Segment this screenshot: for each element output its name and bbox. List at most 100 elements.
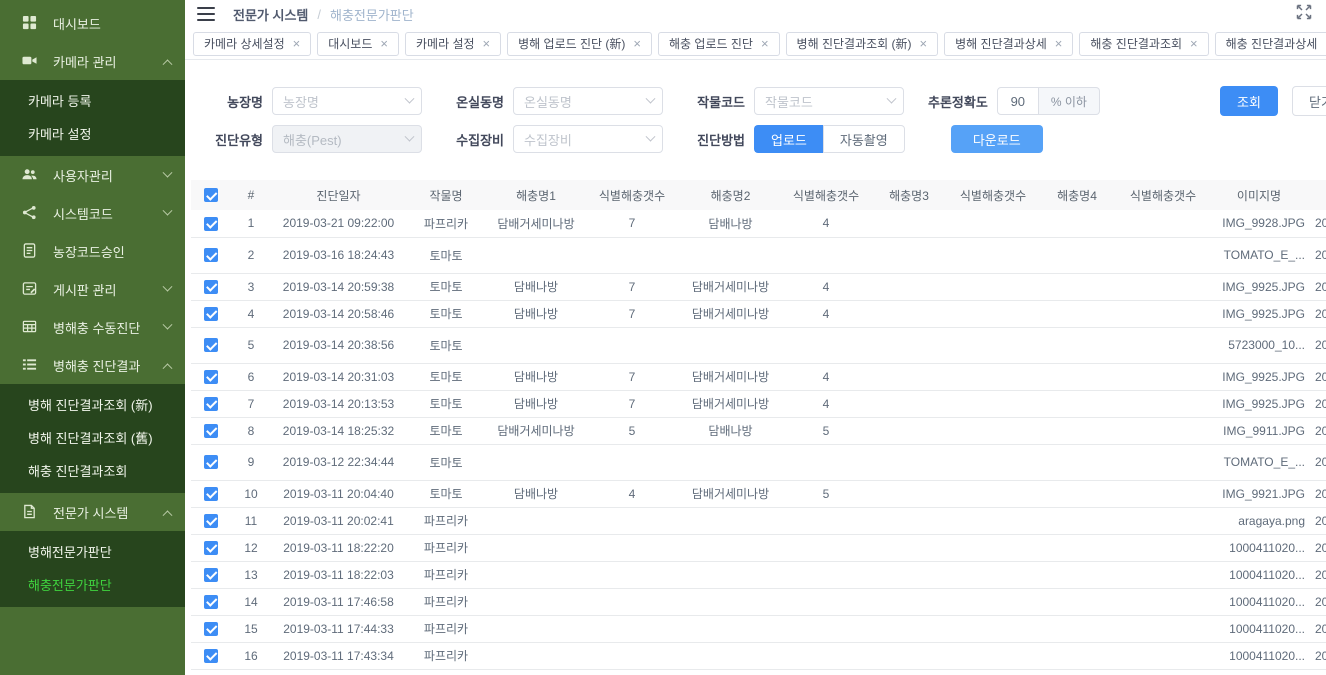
accuracy-input[interactable] <box>997 87 1039 115</box>
download-button[interactable]: 다운로드 <box>951 125 1043 153</box>
tab[interactable]: 카메라 상세설정 × <box>193 32 311 56</box>
sidebar-item-system-code[interactable]: 시스템코드 <box>0 194 185 232</box>
results-table: # 진단일자 작물명 해충명1 식별해충갯수 해충명2 식별해충갯수 해충명3 … <box>191 180 1326 675</box>
sidebar-item-dashboard[interactable]: 대시보드 <box>0 4 185 42</box>
tab-close-icon[interactable]: × <box>633 37 641 50</box>
col-reg-date <box>1309 180 1326 210</box>
row-checkbox[interactable] <box>204 307 218 321</box>
sidebar-item-diagnosis-results[interactable]: 병해충 진단결과 <box>0 346 185 384</box>
row-checkbox[interactable] <box>204 622 218 636</box>
row-checkbox[interactable] <box>204 455 218 469</box>
tab-close-icon[interactable]: × <box>761 37 769 50</box>
table-row: 112019-03-11 20:02:41파프리카aragaya.png2019 <box>191 507 1326 534</box>
sidebar-item-camera-management[interactable]: 카메라 관리 <box>0 42 185 80</box>
cell-pest1-count: 7 <box>586 669 678 675</box>
tab[interactable]: 해충 진단결과상세 × <box>1215 32 1326 56</box>
tab[interactable]: 병해 진단결과상세 × <box>944 32 1073 56</box>
breadcrumb-root[interactable]: 전문가 시스템 <box>233 5 308 24</box>
sidebar-item-disease-results-old[interactable]: 병해 진단결과조회 (舊) <box>0 422 185 455</box>
sidebar-item-pest-expert-judgment[interactable]: 해충전문가판단 <box>0 569 185 602</box>
upload-toggle-button[interactable]: 업로드 <box>754 125 823 153</box>
crop-code-select[interactable]: 작물코드 <box>754 87 904 115</box>
chevron-up-icon <box>163 363 173 373</box>
table-row: 162019-03-11 17:43:34파프리카1000411020...20… <box>191 642 1326 669</box>
sidebar-item-expert-system[interactable]: 전문가 시스템 <box>0 493 185 531</box>
row-checkbox[interactable] <box>204 248 218 262</box>
cell-diagnosis-date: 2019-03-08 11:17:59 <box>271 669 406 675</box>
tab[interactable]: 병해 진단결과조회 (新) × <box>786 32 939 56</box>
row-checkbox[interactable] <box>204 397 218 411</box>
tab-close-icon[interactable]: × <box>1055 37 1063 50</box>
cell-pest4 <box>1037 669 1117 675</box>
tab[interactable]: 대시보드 × <box>317 32 399 56</box>
cell-pest2-count <box>783 237 869 273</box>
menu-toggle-icon[interactable] <box>197 7 215 21</box>
cell-pest2-count: 4 <box>783 273 869 300</box>
cell-pest1-count <box>586 642 678 669</box>
cell-index: 13 <box>231 561 271 588</box>
cell-image-name: IMG_9925.JPG <box>1209 390 1309 417</box>
cell-crop-name: 파프리카 <box>406 210 486 237</box>
select-all-checkbox[interactable] <box>204 188 218 202</box>
close-button[interactable]: 닫기 <box>1292 86 1326 116</box>
tab-label: 병해 진단결과조회 (新) <box>797 35 912 52</box>
row-checkbox[interactable] <box>204 424 218 438</box>
tab[interactable]: 해충 진단결과조회 × <box>1079 32 1208 56</box>
row-checkbox[interactable] <box>204 280 218 294</box>
row-checkbox[interactable] <box>204 595 218 609</box>
sidebar-item-disease-results-new[interactable]: 병해 진단결과조회 (新) <box>0 389 185 422</box>
tab[interactable]: 카메라 설정 × <box>405 32 501 56</box>
auto-capture-toggle-button[interactable]: 자동촬영 <box>823 125 905 153</box>
cell-pest3-count <box>949 669 1037 675</box>
cell-pest2-count <box>783 534 869 561</box>
tab-close-icon[interactable]: × <box>1190 37 1198 50</box>
cell-reg-date: 2018 <box>1309 210 1326 237</box>
fullscreen-icon[interactable] <box>1296 4 1312 25</box>
sidebar-item-board-management[interactable]: 게시판 관리 <box>0 270 185 308</box>
search-button[interactable]: 조회 <box>1220 86 1278 116</box>
device-select[interactable]: 수집장비 <box>513 125 663 153</box>
cell-diagnosis-date: 2019-03-11 17:43:34 <box>271 642 406 669</box>
tab-close-icon[interactable]: × <box>293 37 301 50</box>
tab[interactable]: 해충 업로드 진단 × <box>658 32 780 56</box>
row-checkbox[interactable] <box>204 370 218 384</box>
farm-name-select[interactable]: 농장명 <box>272 87 422 115</box>
cell-pest3-count <box>949 363 1037 390</box>
cell-pest4 <box>1037 642 1117 669</box>
cell-crop-name: 토마토 <box>406 273 486 300</box>
cell-pest1-count <box>586 561 678 588</box>
row-checkbox[interactable] <box>204 541 218 555</box>
cell-reg-date: 2018 <box>1309 480 1326 507</box>
diagnosis-type-value: 해충(Pest) <box>283 130 342 149</box>
greenhouse-select[interactable]: 온실동명 <box>513 87 663 115</box>
row-checkbox-cell <box>191 237 231 273</box>
row-checkbox[interactable] <box>204 487 218 501</box>
cell-pest4-count <box>1117 363 1209 390</box>
table-row: 72019-03-14 20:13:53토마토담배나방7담배거세미나방4IMG_… <box>191 390 1326 417</box>
sidebar-item-manual-diagnosis[interactable]: 병해충 수동진단 <box>0 308 185 346</box>
cell-pest1-count: 7 <box>586 390 678 417</box>
sidebar-item-farm-code-approval[interactable]: 농장코드승인 <box>0 232 185 270</box>
row-checkbox[interactable] <box>204 217 218 231</box>
cell-pest4-count <box>1117 669 1209 675</box>
cell-pest1-count <box>586 588 678 615</box>
tab[interactable]: 병해 업로드 진단 (新) × <box>507 32 652 56</box>
row-checkbox[interactable] <box>204 568 218 582</box>
row-checkbox[interactable] <box>204 514 218 528</box>
col-pest1: 해충명1 <box>486 180 586 210</box>
sidebar-item-pest-results[interactable]: 해충 진단결과조회 <box>0 455 185 488</box>
row-checkbox[interactable] <box>204 649 218 663</box>
row-checkbox[interactable] <box>204 338 218 352</box>
cell-diagnosis-date: 2019-03-14 18:25:32 <box>271 417 406 444</box>
cell-pest2 <box>678 237 783 273</box>
sidebar-item-user-management[interactable]: 사용자관리 <box>0 156 185 194</box>
table-row: 122019-03-11 18:22:20파프리카1000411020...20… <box>191 534 1326 561</box>
sidebar-item-disease-expert-judgment[interactable]: 병해전문가판단 <box>0 536 185 569</box>
tab-close-icon[interactable]: × <box>920 37 928 50</box>
tab-close-icon[interactable]: × <box>483 37 491 50</box>
cell-pest3 <box>869 534 949 561</box>
sidebar-item-camera-settings[interactable]: 카메라 설정 <box>0 118 185 151</box>
cell-pest4 <box>1037 273 1117 300</box>
sidebar-item-camera-register[interactable]: 카메라 등록 <box>0 85 185 118</box>
tab-close-icon[interactable]: × <box>380 37 388 50</box>
